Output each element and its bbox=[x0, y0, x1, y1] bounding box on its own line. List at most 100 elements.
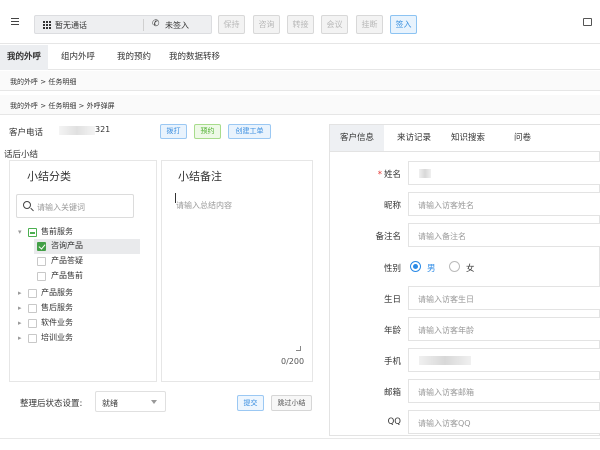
remark-placeholder: 请输入备注名 bbox=[418, 232, 466, 241]
chevron-down-icon bbox=[151, 400, 157, 404]
breadcrumb-bar-2: 我的外呼 > 任务明细 > 外呼弹屏 bbox=[0, 95, 600, 115]
appointment-button[interactable]: 预约 bbox=[194, 124, 221, 139]
tab-my-outbound[interactable]: 我的外呼 bbox=[0, 45, 49, 70]
tree-label: 软件业务 bbox=[41, 318, 73, 327]
nickname-placeholder: 请输入访客姓名 bbox=[418, 201, 474, 210]
phone-mask bbox=[59, 126, 95, 135]
char-counter: 0/200 bbox=[281, 357, 305, 366]
selected-highlight bbox=[34, 239, 140, 254]
nickname-label: 昵称 bbox=[383, 201, 401, 211]
caret-right-icon[interactable]: ▸ bbox=[18, 316, 22, 330]
tab-questionnaire[interactable]: 问卷 bbox=[504, 125, 541, 151]
phone-value: 321 bbox=[95, 125, 111, 134]
tab-data-transfer[interactable]: 我的数据转移 bbox=[162, 45, 227, 70]
mobile-label: 手机 bbox=[383, 357, 401, 367]
submit-button[interactable]: 提交 bbox=[237, 395, 264, 411]
gender-female-label: 女 bbox=[466, 264, 475, 274]
name-field[interactable] bbox=[408, 161, 600, 185]
age-placeholder: 请输入访客年龄 bbox=[418, 326, 474, 335]
birthday-label: 生日 bbox=[383, 295, 401, 305]
search-icon bbox=[23, 201, 31, 209]
email-label: 邮箱 bbox=[383, 388, 401, 398]
tab-visit-records[interactable]: 来访记录 bbox=[387, 125, 441, 151]
breadcrumb-detail: 我的外呼 > 任务明细 > 外呼弹屏 bbox=[10, 102, 115, 110]
call-status-text: 暂无通话 bbox=[55, 21, 87, 30]
checkbox-product[interactable] bbox=[28, 289, 37, 298]
signin-button[interactable]: 签入 bbox=[390, 15, 417, 34]
keypad-icon[interactable] bbox=[43, 21, 51, 29]
tree-label: 产品服务 bbox=[41, 288, 73, 297]
tree-label: 产品售前 bbox=[51, 271, 83, 280]
birthday-placeholder: 请输入访客生日 bbox=[418, 295, 474, 304]
checkbox-sale[interactable] bbox=[37, 272, 46, 281]
summary-title: 话后小结 bbox=[4, 150, 39, 160]
mobile-mask bbox=[419, 356, 471, 365]
message-icon[interactable] bbox=[583, 18, 592, 26]
email-placeholder: 请输入访客邮箱 bbox=[418, 388, 474, 397]
breadcrumb-bar: 我的外呼 > 任务明细 bbox=[0, 71, 600, 91]
tab-customer-info[interactable]: 客户信息 bbox=[330, 125, 385, 151]
caret-right-icon[interactable]: ▸ bbox=[18, 331, 22, 345]
gender-male-label: 男 bbox=[427, 264, 436, 274]
menu-icon[interactable] bbox=[9, 17, 21, 27]
sign-status-text: 未签入 bbox=[165, 21, 189, 30]
qq-field[interactable]: 请输入访客QQ bbox=[408, 410, 600, 434]
search-input[interactable]: 请输入关键词 bbox=[16, 194, 134, 218]
checkbox-software[interactable] bbox=[28, 319, 37, 328]
name-mask bbox=[419, 169, 431, 178]
tab-knowledge-search[interactable]: 知识搜索 bbox=[441, 125, 495, 151]
conference-button[interactable]: 会议 bbox=[321, 15, 348, 34]
caret-right-icon[interactable]: ▸ bbox=[18, 301, 22, 315]
remark-field[interactable]: 请输入备注名 bbox=[408, 223, 600, 247]
name-label: * 姓名 bbox=[377, 170, 401, 180]
customer-tabs: 客户信息 来访记录 知识搜索 问卷 bbox=[330, 125, 600, 152]
status-setting-label: 整理后状态设置: bbox=[20, 399, 83, 409]
transfer-button[interactable]: 转接 bbox=[287, 15, 314, 34]
hangup-button[interactable]: 挂断 bbox=[356, 15, 383, 34]
tree-label: 产品答疑 bbox=[51, 256, 83, 265]
notes-placeholder: 请输入总结内容 bbox=[176, 201, 232, 210]
category-title: 小结分类 bbox=[27, 170, 71, 183]
notes-title: 小结备注 bbox=[178, 170, 222, 183]
tree-label: 售前服务 bbox=[41, 227, 73, 236]
breadcrumb: 我的外呼 > 任务明细 bbox=[10, 78, 77, 86]
age-field[interactable]: 请输入访客年龄 bbox=[408, 317, 600, 341]
tab-my-appointments[interactable]: 我的预约 bbox=[110, 45, 158, 70]
gender-female-radio[interactable] bbox=[449, 261, 460, 272]
tree-label: 咨询产品 bbox=[51, 241, 83, 250]
call-status-box: 暂无通话 ✆ 未签入 bbox=[34, 15, 212, 34]
qq-label: QQ bbox=[387, 417, 401, 427]
email-field[interactable]: 请输入访客邮箱 bbox=[408, 379, 600, 403]
tree-label: 售后服务 bbox=[41, 303, 73, 312]
mobile-field[interactable] bbox=[408, 348, 600, 372]
birthday-field[interactable]: 请输入访客生日 bbox=[408, 286, 600, 310]
resize-handle-icon[interactable] bbox=[296, 346, 301, 351]
top-toolbar: 暂无通话 ✆ 未签入 保持 咨询 转接 会议 挂断 签入 bbox=[0, 0, 600, 44]
qq-placeholder: 请输入访客QQ bbox=[418, 419, 471, 428]
customer-panel: 客户信息 来访记录 知识搜索 问卷 * 姓名 昵称 请输入访客姓名 备注名 请输入… bbox=[329, 124, 600, 436]
checkbox-aftersales[interactable] bbox=[28, 304, 37, 313]
status-select[interactable]: 就绪 bbox=[95, 391, 166, 412]
checkbox-presales[interactable] bbox=[28, 228, 37, 237]
gender-label: 性别 bbox=[383, 264, 401, 274]
caret-right-icon[interactable]: ▸ bbox=[18, 286, 22, 300]
gender-male-radio[interactable] bbox=[410, 261, 421, 272]
checkbox-qa[interactable] bbox=[37, 257, 46, 266]
tab-group-outbound[interactable]: 组内外呼 bbox=[54, 45, 102, 70]
status-select-value: 就绪 bbox=[102, 399, 118, 408]
dial-button[interactable]: 拨打 bbox=[160, 124, 187, 139]
bottom-divider bbox=[0, 438, 600, 439]
remark-label: 备注名 bbox=[375, 232, 401, 242]
phone-icon: ✆ bbox=[152, 19, 160, 29]
hold-button[interactable]: 保持 bbox=[218, 15, 245, 34]
checkbox-consult[interactable] bbox=[37, 242, 46, 251]
tree-label: 培训业务 bbox=[41, 333, 73, 342]
notes-textarea[interactable] bbox=[170, 193, 304, 353]
skip-summary-button[interactable]: 跳过小结 bbox=[271, 395, 312, 411]
main-tabs: 我的外呼 组内外呼 我的预约 我的数据转移 bbox=[0, 45, 600, 70]
consult-button[interactable]: 咨询 bbox=[253, 15, 280, 34]
caret-down-icon[interactable]: ▾ bbox=[18, 225, 22, 239]
nickname-field[interactable]: 请输入访客姓名 bbox=[408, 192, 600, 216]
checkbox-training[interactable] bbox=[28, 334, 37, 343]
create-ticket-button[interactable]: 创建工单 bbox=[228, 124, 271, 139]
